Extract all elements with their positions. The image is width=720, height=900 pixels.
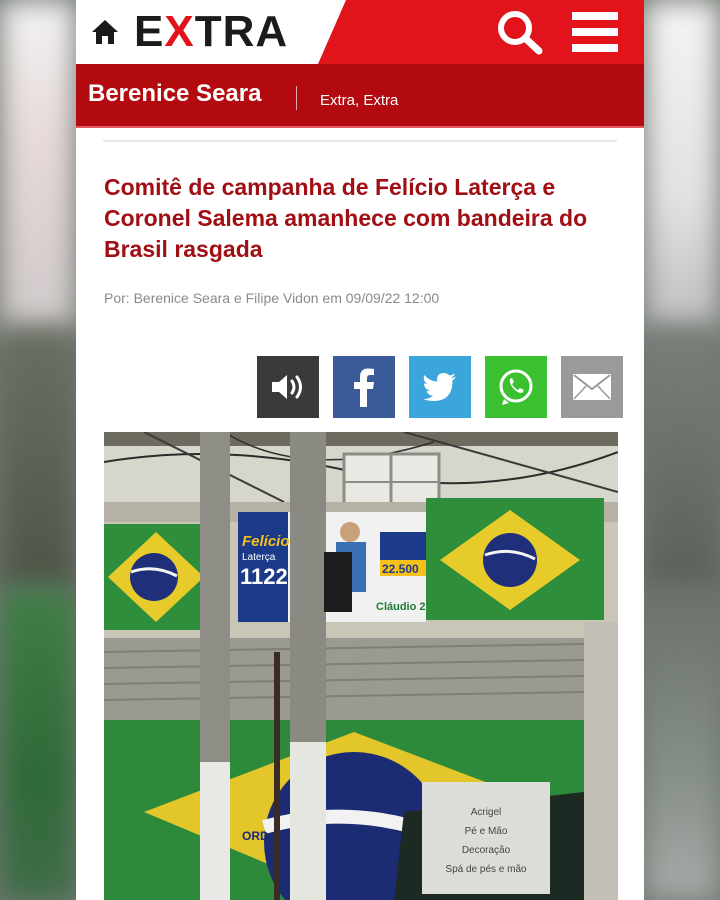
- logo-letter-x: X: [164, 7, 195, 56]
- menu-line-bottom: [572, 44, 618, 52]
- backdrop-right-bottom: [644, 590, 720, 900]
- menu-line-middle: [572, 28, 618, 36]
- twitter-share-button[interactable]: [409, 356, 471, 418]
- header-divider-rule: [103, 140, 617, 142]
- speaker-icon: [272, 375, 302, 399]
- twitter-icon: [423, 373, 456, 401]
- whatsapp-icon: [499, 369, 533, 405]
- column-source-link[interactable]: Extra, Extra: [320, 92, 398, 109]
- article-headline: Comitê de campanha de Felício Laterça e …: [104, 174, 588, 262]
- home-icon[interactable]: [90, 18, 120, 46]
- search-icon[interactable]: [496, 9, 544, 55]
- salon-line-2: Pé e Mão: [465, 826, 508, 837]
- banner-number-text: 1122: [240, 564, 288, 589]
- column-header-bar: Berenice Seara Extra, Extra: [76, 64, 644, 128]
- article-screen: EXTRA Berenice Seara Extra, Extra Comitê…: [76, 0, 644, 900]
- banner-name2-text: Laterça: [242, 552, 276, 563]
- flag-motto-right-text: OGRES: [326, 829, 369, 843]
- backdrop-left-top: [0, 0, 76, 330]
- logo-letters-tra: TRA: [194, 7, 289, 56]
- article-byline: Por: Berenice Seara e Filipe Vidon em 09…: [104, 290, 440, 306]
- backdrop-left-mid: [0, 330, 76, 590]
- backdrop-right-top: [644, 0, 720, 330]
- facebook-icon: [354, 368, 374, 407]
- logo-letter-e: E: [134, 7, 165, 56]
- article-photo[interactable]: Felício Laterça 1122 22.500 Cláudio 22 O…: [104, 432, 618, 900]
- envelope-icon: [573, 374, 611, 400]
- banner-small-text: Cláudio 22: [376, 601, 432, 613]
- salon-line-4: Spá de pés e mão: [445, 864, 527, 875]
- flag-motto-left-text: ORD: [242, 829, 269, 843]
- salon-line-1: Acrigel: [471, 807, 502, 818]
- salon-line-3: Decoração: [462, 845, 511, 856]
- extra-logo[interactable]: EXTRA: [134, 8, 288, 56]
- email-share-button[interactable]: [561, 356, 623, 418]
- backdrop-right-mid: [644, 330, 720, 590]
- facebook-share-button[interactable]: [333, 356, 395, 418]
- column-author-name[interactable]: Berenice Seara: [88, 80, 261, 108]
- backdrop-left-bottom: [0, 590, 76, 900]
- menu-line-top: [572, 12, 618, 20]
- logo-slant: [318, 0, 346, 64]
- banner-number2-text: 22.500: [382, 562, 419, 576]
- top-navigation-bar: EXTRA: [76, 0, 644, 64]
- audio-share-button[interactable]: [257, 356, 319, 418]
- whatsapp-share-button[interactable]: [485, 356, 547, 418]
- banner-name-text: Felício: [242, 533, 290, 550]
- column-divider: [296, 86, 297, 110]
- storefront-photo-illustration: Felício Laterça 1122 22.500 Cláudio 22 O…: [104, 432, 618, 900]
- hamburger-menu-icon[interactable]: [572, 11, 620, 53]
